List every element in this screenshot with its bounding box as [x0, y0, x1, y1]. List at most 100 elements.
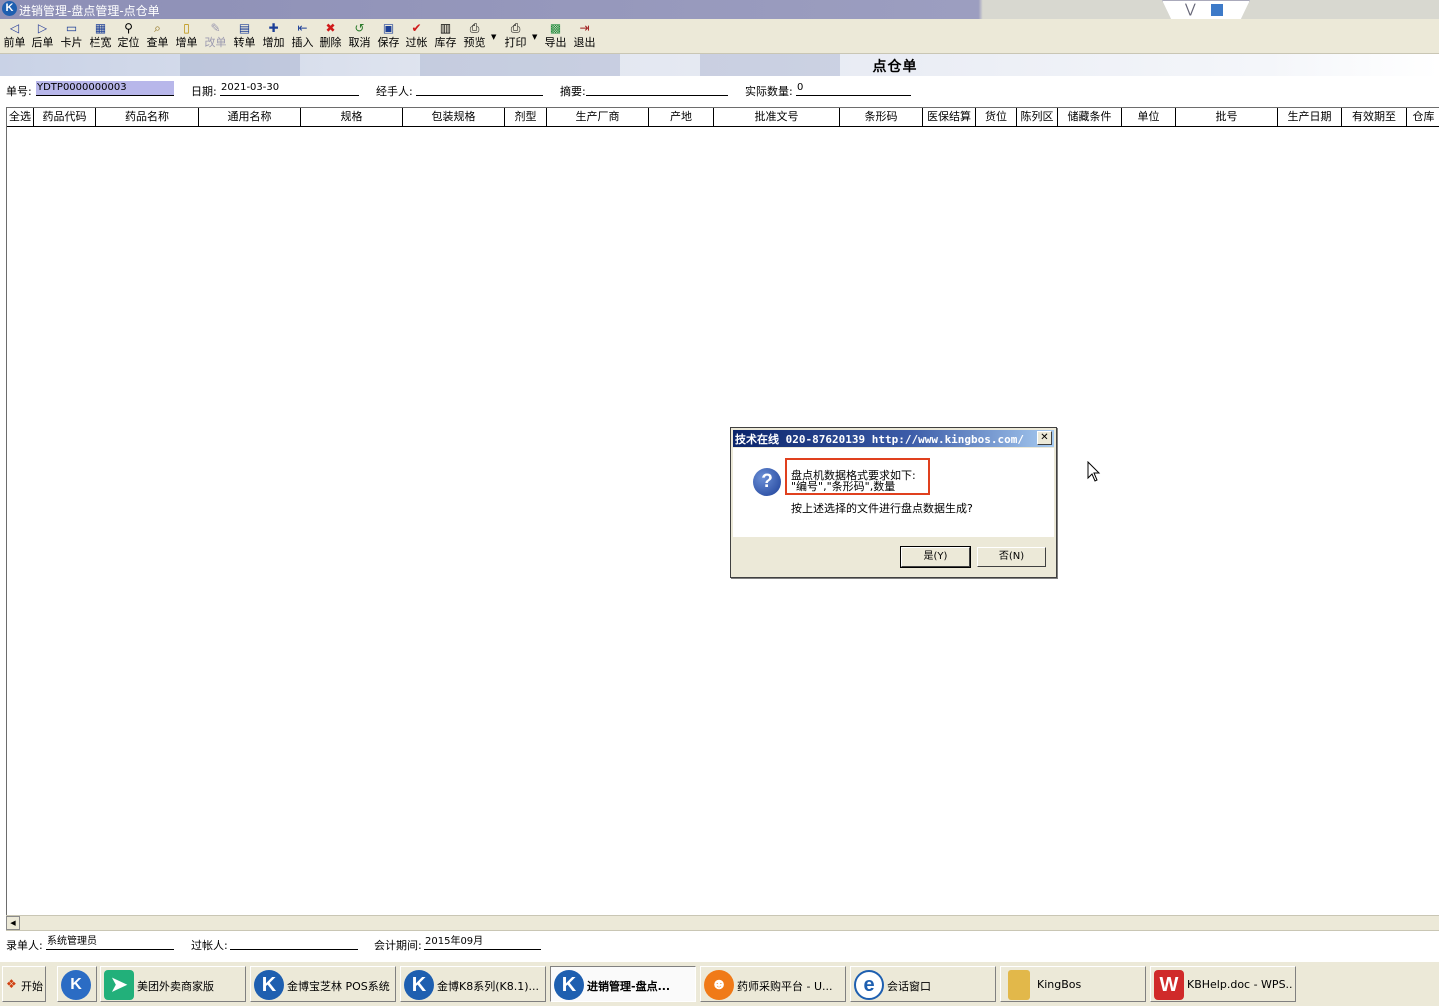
prev-button[interactable]: ◁ 前单 [0, 21, 29, 52]
scroll-left-icon[interactable]: ◀ [6, 916, 20, 930]
app-icon: K [2, 1, 17, 16]
edit-doc-icon: ✎ [210, 21, 221, 35]
exit-button[interactable]: ⇥ 退出 [570, 21, 599, 52]
taskbar-item-chat[interactable]: e 会话窗口 [850, 966, 996, 1002]
save-icon: ▣ [382, 21, 395, 35]
toolbar: ◁ 前单 ▷ 后单 ▭ 卡片 ▦ 栏宽 ⚲ 定位 ⌕ 查单 ▯ 增单 ✎ 改单 ▤ 转单 ✚ 增加 … [0, 19, 1439, 54]
dialog-title-bar[interactable]: 技术在线 020-87620139 http://www.kingbos.com… [733, 430, 1054, 447]
column-header[interactable]: 剂型 [505, 108, 547, 126]
dialog-body: ? 盘点机数据格式要求如下: "编号","条形码",数量 按上述选择的文件进行盘… [733, 448, 1054, 537]
doc-no-field[interactable]: YDTP0000000003 [36, 81, 174, 96]
preview-dropdown-arrow-icon[interactable]: ▼ [491, 33, 496, 41]
uc-browser-icon: ☻ [704, 970, 734, 1000]
column-header[interactable]: 条形码 [840, 108, 923, 126]
card-icon: ▭ [65, 21, 78, 35]
doc-no-label: 单号: [6, 85, 32, 98]
summary-field[interactable] [586, 81, 728, 96]
column-header[interactable]: 通用名称 [199, 108, 301, 126]
card-button[interactable]: ▭ 卡片 [57, 21, 86, 52]
taskbar-item-meituan[interactable]: ➤ 美团外卖商家版 [100, 966, 246, 1002]
close-icon[interactable]: ✕ [1037, 431, 1052, 445]
search-doc-icon: ⌕ [154, 21, 161, 35]
post-button[interactable]: ✔ 过帐 [402, 21, 431, 52]
mouse-cursor-icon [1087, 461, 1101, 482]
taskbar-item-k8[interactable]: K 金博K8系列(K8.1)... [400, 966, 546, 1002]
taskbar: ❖ 开始 K ➤ 美团外卖商家版 K 金博宝芝林 POS系统 K 金博K8系列(… [0, 961, 1439, 1006]
insert-button[interactable]: ⇤ 插入 [288, 21, 317, 52]
stock-button[interactable]: ▥ 库存 [431, 21, 460, 52]
column-header[interactable]: 药品名称 [96, 108, 199, 126]
chat-icon: e [854, 970, 884, 1000]
column-header[interactable]: 货位 [976, 108, 1017, 126]
column-header[interactable]: 医保结算 [923, 108, 976, 126]
dialog-title: 技术在线 020-87620139 http://www.kingbos.com… [735, 433, 1025, 446]
date-label: 日期: [191, 85, 217, 98]
taskbar-item-kingbos[interactable]: K [57, 966, 97, 1002]
yes-button[interactable]: 是(Y) [900, 546, 971, 568]
column-header[interactable]: 生产日期 [1278, 108, 1342, 126]
preview-button[interactable]: ⎙ 预览 [460, 21, 489, 52]
actual-qty-field[interactable]: 0 [796, 81, 911, 96]
dialog-message-line: "编号","条形码",数量 [791, 480, 896, 493]
wps-icon: W [1154, 970, 1184, 1000]
confirm-dialog: 技术在线 020-87620139 http://www.kingbos.com… [730, 427, 1057, 578]
start-button[interactable]: ❖ 开始 [2, 966, 46, 1002]
column-header[interactable]: 仓库 [1407, 108, 1439, 126]
next-icon: ▷ [37, 21, 48, 35]
restore-icon[interactable] [1211, 4, 1223, 16]
transfer-button[interactable]: ▤ 转单 [230, 21, 259, 52]
column-header[interactable]: 批准文号 [714, 108, 840, 126]
delete-button[interactable]: ✖ 删除 [316, 21, 345, 52]
banner-decoration [420, 54, 620, 76]
column-header[interactable]: 批号 [1176, 108, 1278, 126]
column-header[interactable]: 药品代码 [34, 108, 96, 126]
save-button[interactable]: ▣ 保存 [374, 21, 403, 52]
summary-label: 摘要: [560, 85, 586, 98]
handler-field[interactable] [416, 81, 543, 96]
column-header[interactable]: 生产厂商 [547, 108, 649, 126]
next-button[interactable]: ▷ 后单 [28, 21, 57, 52]
taskbar-item-pos[interactable]: K 金博宝芝林 POS系统 [250, 966, 396, 1002]
column-header[interactable]: 规格 [301, 108, 403, 126]
undo-button[interactable]: ↺ 取消 [345, 21, 374, 52]
form-title: 点仓单 [872, 59, 918, 75]
chevron-down-icon[interactable]: ⋁ [1185, 2, 1196, 17]
windows-logo-icon: ❖ [6, 977, 17, 991]
kingbos-icon: K [254, 970, 284, 1000]
column-header[interactable]: 全选 [7, 108, 34, 126]
meituan-icon: ➤ [104, 970, 134, 1000]
column-header[interactable]: 包装规格 [403, 108, 505, 126]
post-user-field [230, 935, 358, 950]
search-doc-button[interactable]: ⌕ 查单 [143, 21, 172, 52]
print-button[interactable]: ⎙ 打印 [501, 21, 530, 52]
print-dropdown-arrow-icon[interactable]: ▼ [532, 33, 537, 41]
column-header[interactable]: 产地 [649, 108, 714, 126]
add-button[interactable]: ✚ 增加 [259, 21, 288, 52]
column-header[interactable]: 有效期至 [1342, 108, 1407, 126]
items-grid[interactable]: 全选 药品代码 药品名称 通用名称 规格 包装规格 剂型 生产厂商 产地 批准文… [6, 107, 1439, 916]
insert-icon: ⇤ [297, 21, 308, 35]
banner-decoration [180, 54, 300, 76]
print-icon: ⎙ [510, 21, 521, 35]
taskbar-item-folder[interactable]: KingBos [1000, 966, 1146, 1002]
kingbos-icon: K [61, 970, 91, 1000]
column-header[interactable]: 单位 [1122, 108, 1176, 126]
column-header[interactable]: 陈列区 [1017, 108, 1058, 126]
folder-icon [1008, 970, 1030, 1000]
taskbar-item-active-window[interactable]: K 进销管理-盘点... [550, 966, 696, 1002]
locate-button[interactable]: ⚲ 定位 [114, 21, 143, 52]
export-button[interactable]: ▩ 导出 [541, 21, 570, 52]
new-doc-button[interactable]: ▯ 增单 [172, 21, 201, 52]
column-header[interactable]: 储藏条件 [1058, 108, 1122, 126]
taskbar-item-uc-browser[interactable]: ☻ 药师采购平台 - U... [700, 966, 846, 1002]
horizontal-scrollbar[interactable]: ◀ [6, 915, 1439, 931]
date-field[interactable]: 2021-03-30 [220, 81, 359, 96]
title-bar: K 进销管理-盘点管理-点仓单 ⋁ [0, 0, 1439, 22]
taskbar-item-wps[interactable]: W KBHelp.doc - WPS... [1150, 966, 1296, 1002]
no-button[interactable]: 否(N) [977, 547, 1046, 567]
kingbos-icon: K [404, 970, 434, 1000]
edit-doc-button[interactable]: ✎ 改单 [201, 21, 230, 52]
period-field: 2015年09月 [424, 935, 541, 950]
column-width-button[interactable]: ▦ 栏宽 [86, 21, 115, 52]
banner-decoration [700, 54, 840, 76]
